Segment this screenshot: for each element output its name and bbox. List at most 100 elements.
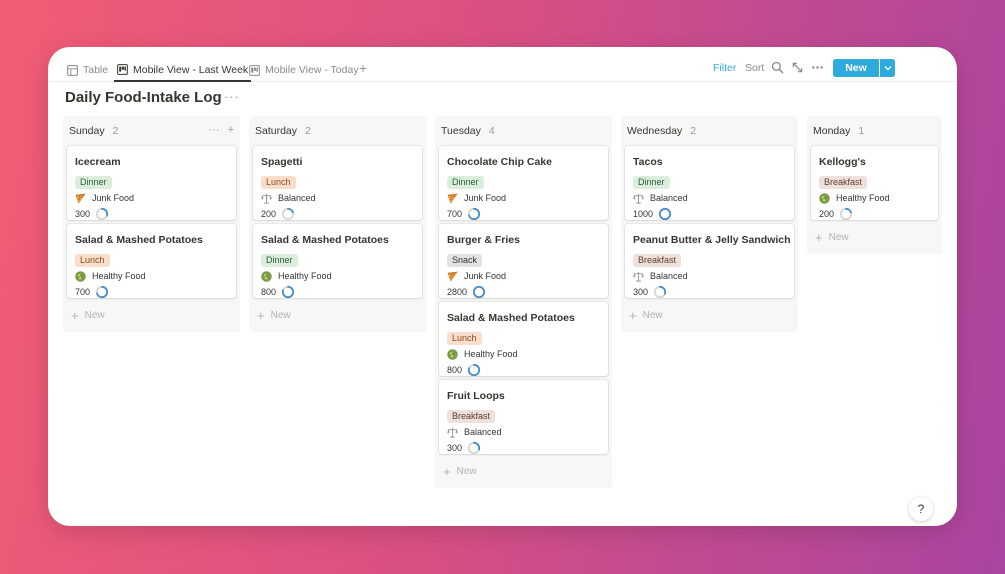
calories: 300 (633, 285, 667, 299)
column-more-icon[interactable]: ··· (209, 124, 220, 136)
card-title: Tacos (633, 156, 663, 168)
column-header[interactable]: Sunday 2 ··· + (67, 120, 236, 142)
column-header[interactable]: Saturday 2 (253, 120, 422, 142)
board-column-saturday: Saturday 2 Spagetti Lunch Balanced 200 Salad &… (249, 116, 426, 332)
chevron-down-icon (884, 66, 891, 71)
meal-tag: Breakfast (819, 176, 868, 189)
food-card[interactable]: Peanut Butter & Jelly Sandwich Breakfast B… (625, 224, 794, 299)
plus-icon: + (257, 307, 265, 323)
card-title: Chocolate Chip Cake (447, 156, 553, 168)
food-card[interactable]: Fruit Loops Breakfast Balanced 300 (439, 380, 608, 455)
food-card[interactable]: Spagetti Lunch Balanced 200 (253, 146, 422, 221)
card-title: Kellogg's (819, 156, 866, 168)
sort-button[interactable]: Sort (745, 60, 764, 76)
tab-label: Table (83, 64, 109, 76)
more-options-icon[interactable] (811, 61, 824, 74)
view-tab-bar: Table Mobile View - Last Week Mobile Vie… (48, 47, 957, 82)
plus-icon: + (71, 307, 79, 323)
tab-label: Mobile View - Today (265, 64, 359, 76)
new-dropdown-button[interactable] (880, 59, 895, 77)
column-count: 1 (858, 125, 865, 137)
category-label: Junk Food (464, 193, 507, 203)
calories: 300 (75, 207, 109, 221)
food-card[interactable]: Kellogg's Breakfast Healthy Food 200 (811, 146, 938, 221)
plus-icon: + (815, 229, 823, 245)
food-category: Balanced (633, 270, 688, 282)
calories-value: 300 (75, 209, 91, 219)
add-card-label: New (456, 465, 477, 477)
plus-icon: + (443, 463, 451, 479)
expand-icon[interactable] (791, 61, 804, 74)
progress-ring-icon (467, 207, 481, 221)
food-category: Healthy Food (447, 348, 518, 360)
scale-icon (447, 427, 458, 438)
new-button[interactable]: New (833, 59, 879, 77)
calories: 1000 (633, 207, 672, 221)
progress-ring-icon (95, 285, 109, 299)
salad-icon (819, 192, 830, 204)
meal-tag: Lunch (447, 332, 482, 345)
progress-ring-icon (467, 363, 481, 377)
scale-icon (633, 271, 644, 282)
progress-ring-icon (839, 207, 853, 221)
food-category: Balanced (447, 426, 502, 438)
salad-icon (75, 270, 86, 282)
add-card-button[interactable]: + New (439, 460, 608, 482)
page-title: Daily Food-Intake Log (65, 89, 222, 106)
food-card[interactable]: Burger & Fries Snack Junk Food 2800 (439, 224, 608, 299)
tab-mobile-view-last-week[interactable]: Mobile View - Last Week (114, 59, 252, 82)
add-view-button[interactable]: + (359, 60, 367, 76)
column-name: Tuesday (441, 125, 481, 137)
progress-ring-icon (281, 285, 295, 299)
category-label: Junk Food (464, 271, 507, 281)
board-column-wednesday: Wednesday 2 Tacos Dinner Balanced 1000 Peanut … (621, 116, 798, 332)
filter-button[interactable]: Filter (713, 60, 736, 76)
help-button[interactable]: ? (909, 497, 933, 521)
food-category: Balanced (261, 192, 316, 204)
board-column-tuesday: Tuesday 4 Chocolate Chip Cake Dinner Junk Fo… (435, 116, 612, 488)
calories: 200 (819, 207, 853, 221)
meal-tag: Breakfast (447, 410, 496, 423)
column-add-icon[interactable]: + (228, 124, 234, 136)
meal-tag: Breakfast (633, 254, 682, 267)
tab-table[interactable]: Table (67, 59, 108, 81)
food-category: Healthy Food (75, 270, 146, 282)
calories-value: 300 (633, 287, 649, 297)
food-card[interactable]: Chocolate Chip Cake Dinner Junk Food 700 (439, 146, 608, 221)
calories: 800 (447, 363, 481, 377)
title-more-icon[interactable]: ··· (224, 89, 240, 104)
add-card-button[interactable]: + New (67, 304, 236, 326)
calories-value: 200 (819, 209, 835, 219)
add-card-button[interactable]: + New (253, 304, 422, 326)
food-card[interactable]: Salad & Mashed Potatoes Dinner Healthy Foo… (253, 224, 422, 299)
calories-value: 2800 (447, 287, 468, 297)
calories-value: 800 (447, 365, 463, 375)
app-window: Table Mobile View - Last Week Mobile Vie… (48, 47, 957, 526)
add-card-button[interactable]: + New (625, 304, 794, 326)
category-label: Healthy Food (278, 271, 332, 281)
column-count: 2 (690, 125, 697, 137)
progress-ring-icon (658, 207, 672, 221)
food-card[interactable]: Icecream Dinner Junk Food 300 (67, 146, 236, 221)
column-header[interactable]: Monday 1 (811, 120, 938, 142)
tab-mobile-view-today[interactable]: Mobile View - Today (249, 59, 359, 81)
add-card-label: New (84, 309, 105, 321)
salad-icon (261, 270, 272, 282)
progress-ring-icon (95, 207, 109, 221)
food-card[interactable]: Tacos Dinner Balanced 1000 (625, 146, 794, 221)
add-card-label: New (270, 309, 291, 321)
category-label: Balanced (650, 271, 688, 281)
category-label: Healthy Food (836, 193, 890, 203)
board-column-sunday: Sunday 2 ··· + Icecream Dinner Junk Food 300 Sal… (63, 116, 240, 332)
card-title: Salad & Mashed Potatoes (261, 234, 389, 246)
card-title: Burger & Fries (447, 234, 520, 246)
meal-tag: Lunch (75, 254, 110, 267)
add-card-button[interactable]: + New (811, 226, 938, 248)
food-card[interactable]: Salad & Mashed Potatoes Lunch Healthy Food… (439, 302, 608, 377)
column-header[interactable]: Tuesday 4 (439, 120, 608, 142)
search-icon[interactable] (771, 61, 784, 74)
column-header[interactable]: Wednesday 2 (625, 120, 794, 142)
calories: 2800 (447, 285, 486, 299)
add-card-label: New (642, 309, 663, 321)
food-card[interactable]: Salad & Mashed Potatoes Lunch Healthy Food… (67, 224, 236, 299)
